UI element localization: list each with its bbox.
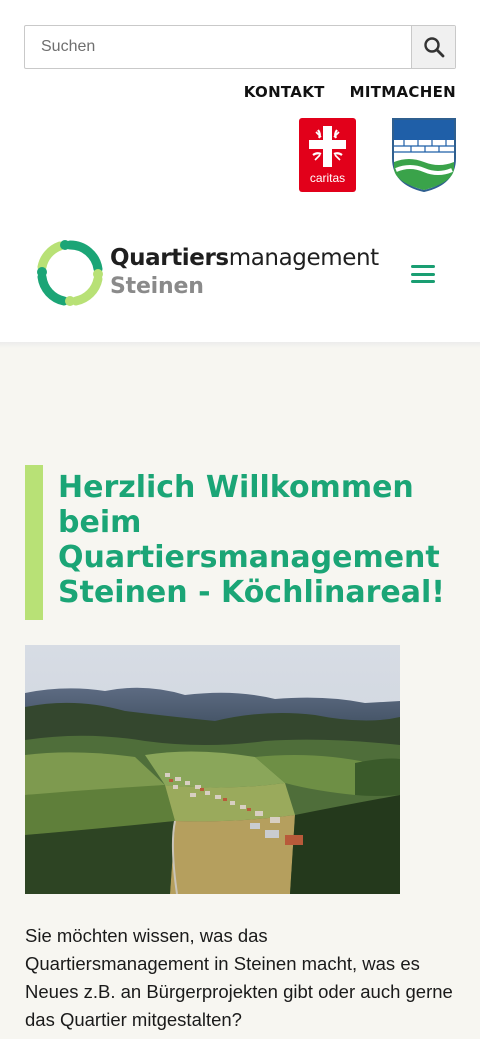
search-bar <box>24 25 456 69</box>
headline-accent-bar <box>25 465 43 620</box>
logo-subtitle: Steinen <box>110 274 204 299</box>
page-headline: Herzlich Willkommen beim Quartiersmanage… <box>58 470 445 610</box>
hamburger-menu-icon[interactable] <box>408 262 438 286</box>
aerial-photo-steinen <box>25 645 400 894</box>
caritas-label: caritas <box>309 171 346 185</box>
intro-paragraph: Sie möchten wissen, was das Quartiersman… <box>25 925 453 1030</box>
header-shadow <box>0 342 480 348</box>
logo-title: Quartiersmanagement <box>110 245 379 271</box>
caritas-flame-cross-icon <box>309 126 346 167</box>
mitmachen-link[interactable]: MITMACHEN <box>350 83 456 101</box>
quartiersmanagement-logo-icon <box>37 240 103 306</box>
steinen-coat-of-arms-icon[interactable] <box>392 118 456 192</box>
top-links: KONTAKT MITMACHEN <box>244 83 456 101</box>
search-icon <box>423 37 444 58</box>
search-input[interactable] <box>25 26 411 68</box>
search-button[interactable] <box>411 26 455 68</box>
caritas-logo[interactable]: caritas <box>299 118 356 192</box>
site-logo[interactable]: Quartiersmanagement Steinen <box>36 239 379 307</box>
kontakt-link[interactable]: KONTAKT <box>244 83 325 101</box>
